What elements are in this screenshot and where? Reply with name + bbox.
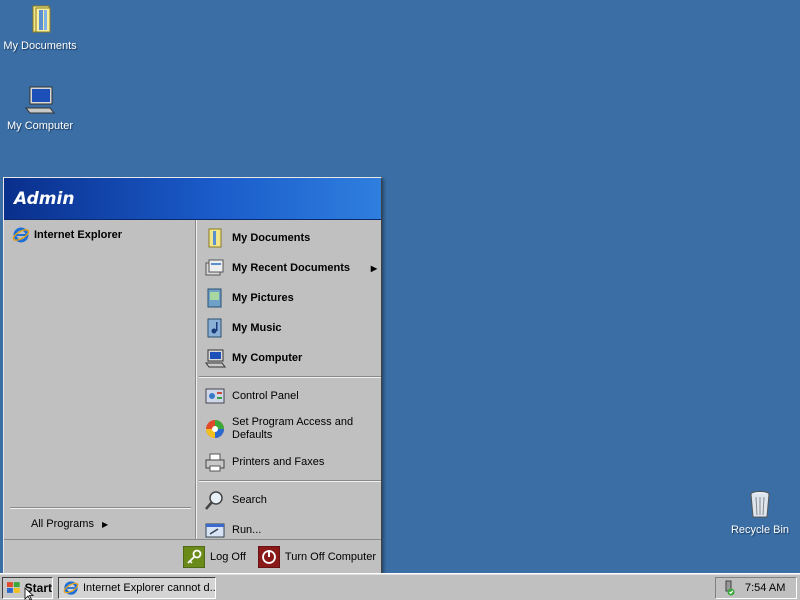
menu-item-control-panel[interactable]: Control Panel	[199, 381, 381, 411]
menu-item-printers-and-faxes[interactable]: Printers and Faxes	[199, 447, 381, 477]
internet-explorer-icon	[63, 581, 79, 595]
log-off-label: Log Off	[210, 550, 246, 563]
my-documents-icon	[208, 228, 222, 248]
desktop-icon-my-computer[interactable]: My Computer	[0, 84, 80, 132]
log-off-button[interactable]: Log Off	[183, 545, 246, 568]
menu-item-my-documents[interactable]: My Documents	[199, 223, 381, 253]
menu-item-label: Run...	[232, 524, 262, 536]
menu-item-label: My Pictures	[232, 292, 294, 304]
my-computer-icon	[205, 349, 226, 368]
menu-item-label: Printers and Faxes	[232, 456, 325, 468]
start-menu-footer: Log Off Turn Off Computer	[4, 539, 381, 573]
start-menu-right-column: My Documents My Recent Documents ▶ My Pi…	[196, 220, 381, 540]
menu-item-my-computer[interactable]: My Computer	[199, 343, 381, 373]
desktop-icon-label: Recycle Bin	[730, 524, 790, 536]
desktop-icon-my-documents[interactable]: My Documents	[0, 4, 80, 52]
system-tray: 7:54 AM	[715, 577, 797, 599]
my-computer-icon	[24, 86, 56, 114]
desktop-icon-label: My Computer	[6, 120, 74, 132]
right-column-divider	[199, 376, 381, 378]
pinned-item-label: Internet Explorer	[34, 229, 123, 241]
recent-documents-icon	[205, 259, 224, 276]
safely-remove-hardware-icon[interactable]	[721, 580, 737, 596]
key-icon	[183, 545, 206, 568]
menu-item-label: My Documents	[232, 232, 311, 244]
right-column-divider	[199, 480, 381, 482]
start-menu-left-column: Internet Explorer All Programs ▶	[4, 220, 197, 540]
menu-item-label: My Recent Documents	[232, 262, 350, 274]
all-programs-button[interactable]: All Programs ▶	[4, 511, 195, 537]
my-documents-icon	[32, 5, 51, 33]
taskbar-window-internet-explorer[interactable]: Internet Explorer cannot d...	[58, 577, 216, 599]
search-icon	[205, 491, 223, 510]
menu-item-label: My Computer	[232, 352, 303, 364]
start-menu-header: Admin	[4, 178, 381, 220]
chevron-right-icon: ▶	[101, 519, 109, 529]
control-panel-icon	[205, 388, 225, 404]
left-column-divider	[10, 507, 191, 509]
menu-item-my-music[interactable]: My Music	[199, 313, 381, 343]
turn-off-label: Turn Off Computer	[284, 550, 376, 563]
turn-off-computer-button[interactable]: Turn Off Computer	[257, 545, 376, 568]
menu-item-my-pictures[interactable]: My Pictures	[199, 283, 381, 313]
start-menu-body: Internet Explorer All Programs ▶ My Docu…	[4, 220, 381, 540]
taskbar: Start Internet Explorer cannot d... 7:54…	[0, 573, 800, 600]
menu-item-set-program-access[interactable]: Set Program Access and Defaults	[199, 411, 381, 447]
internet-explorer-icon	[12, 227, 30, 243]
desktop-icon-label: My Documents	[3, 40, 77, 52]
my-music-icon	[207, 318, 222, 338]
menu-item-label: Control Panel	[232, 390, 299, 402]
start-menu: Admin Internet Explorer All Programs ▶ M…	[3, 177, 382, 574]
menu-item-label: Search	[232, 494, 267, 506]
menu-item-label: Set Program Access and Defaults	[232, 416, 354, 441]
taskbar-window-label: Internet Explorer cannot d...	[83, 582, 216, 594]
power-icon	[257, 545, 280, 568]
run-icon	[205, 523, 225, 538]
menu-item-my-recent-documents[interactable]: My Recent Documents ▶	[199, 253, 381, 283]
my-pictures-icon	[207, 288, 222, 308]
program-access-icon	[206, 420, 224, 438]
menu-item-label: My Music	[232, 322, 282, 334]
pinned-item-internet-explorer[interactable]: Internet Explorer	[4, 223, 195, 247]
desktop-icon-recycle-bin[interactable]: Recycle Bin	[720, 488, 800, 536]
clock[interactable]: 7:54 AM	[745, 582, 785, 594]
menu-item-search[interactable]: Search	[199, 485, 381, 515]
printers-icon	[205, 453, 225, 472]
all-programs-label: All Programs	[31, 518, 94, 530]
user-name: Admin	[14, 188, 75, 209]
windows-logo-icon	[6, 582, 20, 593]
mouse-cursor-icon	[24, 587, 34, 600]
recycle-bin-icon	[750, 491, 770, 518]
chevron-right-icon: ▶	[370, 263, 377, 273]
